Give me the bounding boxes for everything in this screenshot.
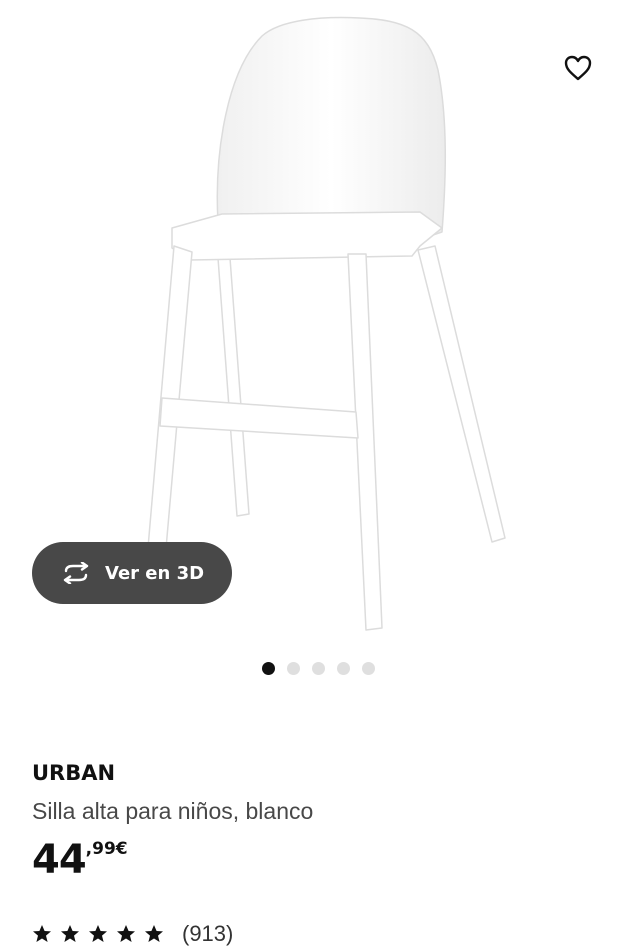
carousel-dot[interactable] [337, 662, 350, 675]
star-icon [117, 925, 135, 942]
carousel-indicators [262, 662, 387, 675]
rotate-arrows-icon [59, 561, 93, 585]
favorite-button[interactable] [556, 46, 600, 90]
view-in-3d-label: Ver en 3D [105, 562, 205, 584]
price-decimal: ,99€ [85, 839, 128, 859]
price-integer: 44 [32, 837, 87, 883]
product-description: Silla alta para niños, blanco [32, 798, 314, 824]
carousel-dot[interactable] [312, 662, 325, 675]
star-icon [145, 925, 163, 942]
carousel-dot[interactable] [287, 662, 300, 675]
product-price: 44 ,99€ [32, 836, 608, 884]
carousel-dot[interactable] [262, 662, 275, 675]
review-count: (913) [182, 921, 234, 946]
rating-stars [32, 924, 172, 944]
product-name: URBAN [32, 761, 116, 785]
heart-outline-icon [564, 55, 592, 81]
product-info: URBAN Silla alta para niños, blanco 44 ,… [32, 758, 608, 884]
star-icon [89, 925, 107, 942]
star-icon [33, 925, 51, 942]
product-gallery: Ver en 3D [0, 0, 640, 700]
product-rating[interactable]: (913) [32, 920, 233, 948]
view-in-3d-button[interactable]: Ver en 3D [32, 542, 232, 604]
carousel-dot[interactable] [362, 662, 375, 675]
star-icon [61, 925, 79, 942]
